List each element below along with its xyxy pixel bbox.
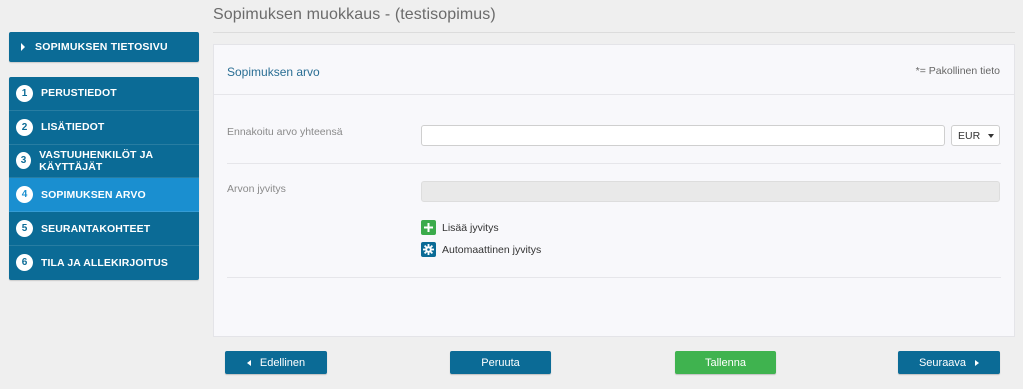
step-contract-value[interactable]: 4 SOPIMUKSEN ARVO [9, 178, 199, 213]
section-divider [227, 277, 1001, 278]
step-label: PERUSTIEDOT [41, 87, 117, 100]
step-responsible-persons[interactable]: 3 VASTUUHENKILÖT JA KÄYTTÄJÄT [9, 145, 199, 179]
step-number: 5 [16, 220, 33, 238]
step-number: 6 [16, 254, 33, 272]
save-button[interactable]: Tallenna [675, 351, 776, 374]
step-basic-info[interactable]: 1 PERUSTIEDOT [9, 77, 199, 111]
caret-right-icon [975, 359, 980, 366]
cancel-button[interactable]: Peruuta [450, 351, 551, 374]
estimated-value-label: Ennakoitu arvo yhteensä [227, 126, 343, 138]
auto-allocation-label: Automaattinen jyvitys [442, 243, 542, 256]
plus-icon [421, 220, 436, 235]
add-allocation-button[interactable]: Lisää jyvitys [421, 220, 499, 235]
step-additional-info[interactable]: 2 LISÄTIEDOT [9, 111, 199, 145]
step-status-signature[interactable]: 6 TILA JA ALLEKIRJOITUS [9, 246, 199, 280]
caret-down-icon [988, 134, 994, 138]
currency-select[interactable]: EUR [951, 125, 1000, 146]
contract-info-label: SOPIMUKSEN TIETOSIVU [35, 41, 168, 53]
step-label: TILA JA ALLEKIRJOITUS [41, 256, 168, 269]
step-label: VASTUUHENKILÖT JA KÄYTTÄJÄT [39, 148, 153, 173]
step-label: LISÄTIEDOT [41, 121, 105, 134]
add-allocation-label: Lisää jyvitys [442, 221, 499, 234]
estimated-value-input[interactable] [421, 125, 945, 146]
previous-label: Edellinen [259, 356, 306, 369]
panel-header: Sopimuksen arvo *= Pakollinen tieto [214, 45, 1014, 95]
allocation-field [421, 181, 1000, 202]
panel-title: Sopimuksen arvo [227, 65, 320, 79]
caret-left-icon [246, 359, 251, 366]
caret-right-icon [21, 43, 25, 51]
next-button[interactable]: Seuraava [898, 351, 1000, 374]
previous-button[interactable]: Edellinen [225, 351, 327, 374]
save-label: Tallenna [705, 356, 746, 369]
contract-value-panel: Sopimuksen arvo *= Pakollinen tieto Enna… [213, 44, 1015, 337]
cancel-label: Peruuta [481, 356, 520, 369]
step-number: 3 [16, 152, 32, 170]
auto-allocation-button[interactable]: Automaattinen jyvitys [421, 242, 541, 257]
row-divider [227, 163, 1001, 164]
step-number: 2 [16, 118, 33, 136]
currency-value: EUR [958, 129, 981, 142]
required-note: *= Pakollinen tieto [915, 65, 1000, 77]
contract-info-link[interactable]: SOPIMUKSEN TIETOSIVU [9, 32, 199, 62]
step-navigation: 1 PERUSTIEDOT 2 LISÄTIEDOT 3 VASTUUHENKI… [9, 77, 199, 280]
page-title: Sopimuksen muokkaus - (testisopimus) [213, 6, 496, 23]
step-tracking-items[interactable]: 5 SEURANTAKOHTEET [9, 212, 199, 246]
allocation-label: Arvon jyvitys [227, 183, 286, 195]
next-label: Seuraava [918, 356, 967, 369]
step-label: SOPIMUKSEN ARVO [41, 188, 146, 201]
title-divider [213, 32, 1015, 33]
step-number: 1 [16, 84, 33, 102]
step-number: 4 [16, 186, 33, 204]
gear-icon [421, 242, 436, 257]
step-label: SEURANTAKOHTEET [41, 222, 151, 235]
